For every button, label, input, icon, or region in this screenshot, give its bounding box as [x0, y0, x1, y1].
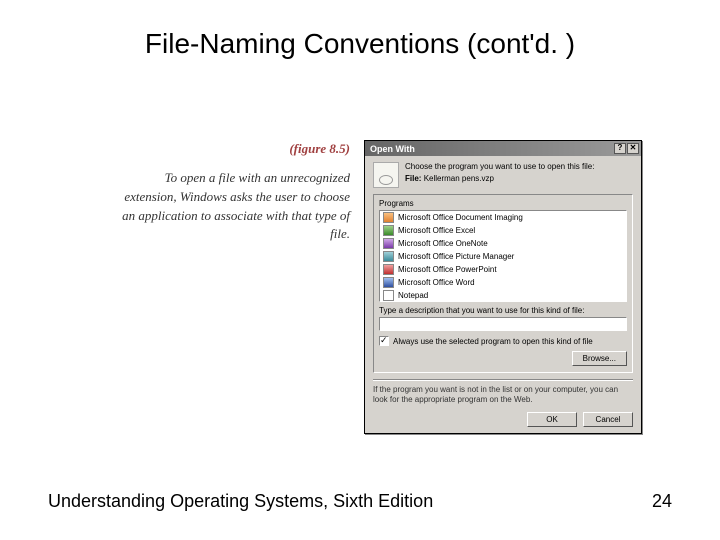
divider [373, 379, 633, 381]
always-use-label: Always use the selected program to open … [393, 337, 593, 346]
program-label: Microsoft Office Picture Manager [398, 252, 514, 261]
prompt-text: Choose the program you want to use to op… [405, 162, 633, 171]
program-icon [383, 212, 394, 223]
program-item[interactable]: Microsoft Office Excel [380, 224, 626, 237]
content-row: (figure 8.5) To open a file with an unre… [110, 140, 660, 434]
description-input[interactable] [379, 317, 627, 331]
program-icon [383, 290, 394, 301]
program-label: Microsoft Office Document Imaging [398, 213, 523, 222]
program-icon [383, 277, 394, 288]
figure-caption-column: (figure 8.5) To open a file with an unre… [110, 140, 350, 434]
program-item[interactable]: Microsoft Office OneNote [380, 237, 626, 250]
program-label: Microsoft Office OneNote [398, 239, 488, 248]
file-label: File: [405, 174, 421, 183]
figure-label: (figure 8.5) [110, 140, 350, 159]
program-icon [383, 251, 394, 262]
description-label: Type a description that you want to use … [379, 306, 627, 315]
browse-button[interactable]: Browse... [572, 351, 627, 366]
program-listbox[interactable]: Microsoft Office Document Imaging Microso… [379, 210, 627, 302]
open-with-dialog: Open With ? ✕ Choose the program you wan… [364, 140, 642, 434]
figure-caption: To open a file with an unrecognized exte… [110, 169, 350, 244]
program-icon [383, 238, 394, 249]
program-item[interactable]: Microsoft Office PowerPoint [380, 263, 626, 276]
program-label: Notepad [398, 291, 428, 300]
titlebar: Open With ? ✕ [365, 141, 641, 156]
program-label: Microsoft Office Excel [398, 226, 475, 235]
cancel-button[interactable]: Cancel [583, 412, 633, 427]
program-item[interactable]: Notepad [380, 289, 626, 302]
programs-fieldset: Programs Microsoft Office Document Imagi… [373, 194, 633, 373]
slide-title: File-Naming Conventions (cont'd. ) [0, 0, 720, 60]
programs-legend: Programs [377, 199, 416, 208]
ok-button[interactable]: OK [527, 412, 577, 427]
dialog-title: Open With [370, 144, 415, 154]
close-button[interactable]: ✕ [627, 143, 639, 154]
help-button[interactable]: ? [614, 143, 626, 154]
program-icon [383, 225, 394, 236]
file-name: Kellerman pens.vzp [424, 174, 494, 183]
always-use-checkbox[interactable] [379, 336, 389, 346]
footer-text: Understanding Operating Systems, Sixth E… [48, 491, 433, 512]
file-type-icon [373, 162, 399, 188]
program-label: Microsoft Office PowerPoint [398, 265, 497, 274]
program-icon [383, 264, 394, 275]
program-item[interactable]: Microsoft Office Document Imaging [380, 211, 626, 224]
page-number: 24 [652, 491, 672, 512]
program-item[interactable]: Microsoft Office Word [380, 276, 626, 289]
web-hint-text: If the program you want is not in the li… [373, 385, 633, 406]
program-label: Microsoft Office Word [398, 278, 475, 287]
program-item[interactable]: Microsoft Office Picture Manager [380, 250, 626, 263]
